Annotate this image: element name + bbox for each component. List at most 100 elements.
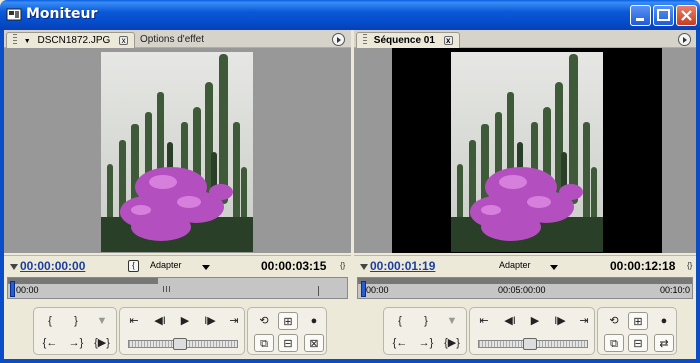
tab-source-clip[interactable]: ▼ DSCN1872.JPG x [6,32,136,48]
ruler-tick [166,286,167,292]
source-frame-image [101,52,253,252]
overlay-icon[interactable]: ⊟ [278,334,298,352]
mark-in-icon[interactable]: { [40,312,60,330]
program-monitor: Séquence 01 x 00:00:01:19 Adapter 00:00:… [354,30,696,359]
source-duration-timecode: 00:00:03:15 [261,259,327,273]
source-playback-group: ⇤ ◀I ▶ I▶ ⇥ [119,307,245,355]
source-ruler-label: 00:00 [16,285,39,295]
program-playhead[interactable] [361,281,366,297]
panel-menu-icon[interactable] [678,33,691,46]
mark-out-icon[interactable]: } [66,312,86,330]
source-timecode-bar: 00:00:00:00 { Adapter 00:00:03:15 {} [4,255,351,275]
play-icon[interactable]: ▶ [525,312,545,330]
step-forward-icon[interactable]: I▶ [550,312,570,330]
step-back-icon[interactable]: ◀I [150,312,170,330]
program-ruler-label: 00:05:00:00 [498,285,546,295]
step-forward-icon[interactable]: I▶ [200,312,220,330]
program-current-timecode[interactable]: 00:00:01:19 [370,259,435,273]
dropdown-arrow-icon[interactable]: ▼ [24,38,31,45]
source-tab-row: ▼ DSCN1872.JPG x Options d'effet [4,30,351,48]
tab-source-label: DSCN1872.JPG [37,35,111,46]
monitor-window: ▼ DSCN1872.JPG x Options d'effet 00:00:0… [0,30,700,363]
tab-effect-options[interactable]: Options d'effet [134,32,210,48]
program-video-viewport[interactable] [354,48,696,253]
program-transport-controls: { } ▼ {← →} {▶} ⇤ ◀I ▶ I▶ ⇥ ⟲ ⊞ ● ⧉ ⊟ ⇄ [357,303,693,357]
ruler-tick [163,286,164,292]
program-fit-dropdown[interactable]: Adapter [499,260,531,270]
program-edit-group: ⟲ ⊞ ● ⧉ ⊟ ⇄ [597,307,677,355]
lift-icon[interactable]: ⧉ [604,334,624,352]
go-to-in-icon[interactable]: {← [390,334,410,352]
loop-icon[interactable]: ⟲ [254,312,274,330]
tab-sequence[interactable]: Séquence 01 x [356,32,460,48]
minimize-icon [636,18,644,21]
program-zoom-bar[interactable] [358,278,692,284]
output-icon[interactable]: ● [304,312,324,330]
maximize-icon [657,9,670,21]
monitor-body: ▼ DSCN1872.JPG x Options d'effet 00:00:0… [4,30,696,359]
play-in-to-out-icon[interactable]: {▶} [442,334,462,352]
program-tab-row: Séquence 01 x [354,30,696,48]
play-in-to-out-icon[interactable]: {▶} [92,334,112,352]
source-marker-group: { } ▼ {← →} {▶} [33,307,117,355]
toggle-take-icon[interactable]: ⊠ [304,334,324,352]
viewport-margin-left [354,48,392,253]
viewport-margin-right [662,48,696,253]
shuttle-slider[interactable] [478,338,588,350]
go-to-out-icon[interactable]: →} [416,334,436,352]
bracket-icon[interactable]: {} [687,261,692,270]
source-time-ruler[interactable]: 00:00 [7,277,348,299]
program-playback-group: ⇤ ◀I ▶ I▶ ⇥ [469,307,595,355]
set-marker-icon[interactable]: ▼ [442,312,462,330]
loop-icon[interactable]: ⟲ [604,312,624,330]
close-icon [681,10,692,21]
chevron-down-icon[interactable] [550,265,558,270]
set-marker-icon[interactable]: ▼ [92,312,112,330]
source-current-timecode[interactable]: 00:00:00:00 [20,259,85,273]
title-bar[interactable]: Moniteur [0,0,700,30]
mark-in-icon[interactable]: { [390,312,410,330]
safe-margins-icon[interactable]: ⊞ [278,312,298,330]
ruler-out-marker [318,286,319,296]
window-title: Moniteur [26,6,98,22]
minimize-button[interactable] [630,5,651,26]
monitor-app-icon [6,8,22,21]
chevron-down-icon[interactable] [202,265,210,270]
next-marker-icon[interactable]: ⇥ [224,312,244,330]
program-marker-group: { } ▼ {← →} {▶} [383,307,467,355]
play-icon[interactable]: ▶ [175,312,195,330]
shuttle-knob[interactable] [523,338,537,350]
insert-icon[interactable]: ⧉ [254,334,274,352]
program-timecode-bar: 00:00:01:19 Adapter 00:00:12:18 {} [354,255,696,275]
bracket-icon[interactable]: {} [340,261,345,270]
playhead-marker-icon [360,264,368,270]
grip-icon [363,34,367,44]
next-edit-icon[interactable]: ⇥ [574,312,594,330]
shuttle-knob[interactable] [173,338,187,350]
extract-icon[interactable]: ⊟ [628,334,648,352]
tab-close-icon[interactable]: x [119,36,129,45]
tab-sequence-label: Séquence 01 [373,35,435,46]
go-to-out-icon[interactable]: →} [66,334,86,352]
ruler-tick [169,286,170,292]
output-icon[interactable]: ● [654,312,674,330]
source-fit-dropdown[interactable]: Adapter [150,260,182,270]
previous-marker-icon[interactable]: ⇤ [124,312,144,330]
trim-icon[interactable]: ⇄ [654,334,674,352]
safe-margin-icon[interactable]: { [128,260,139,272]
panel-menu-icon[interactable] [332,33,345,46]
source-playhead[interactable] [10,281,15,297]
safe-margins-icon[interactable]: ⊞ [628,312,648,330]
shuttle-slider[interactable] [128,338,238,350]
maximize-button[interactable] [653,5,674,26]
tab-close-icon[interactable]: x [443,36,453,45]
program-time-ruler[interactable]: 00:00 00:05:00:00 00:10:0 [357,277,693,299]
program-frame-image [451,52,603,252]
source-zoom-bar[interactable] [8,278,158,284]
mark-out-icon[interactable]: } [416,312,436,330]
step-back-icon[interactable]: ◀I [500,312,520,330]
close-button[interactable] [676,5,697,26]
go-to-in-icon[interactable]: {← [40,334,60,352]
source-video-viewport[interactable] [4,48,351,253]
previous-edit-icon[interactable]: ⇤ [474,312,494,330]
